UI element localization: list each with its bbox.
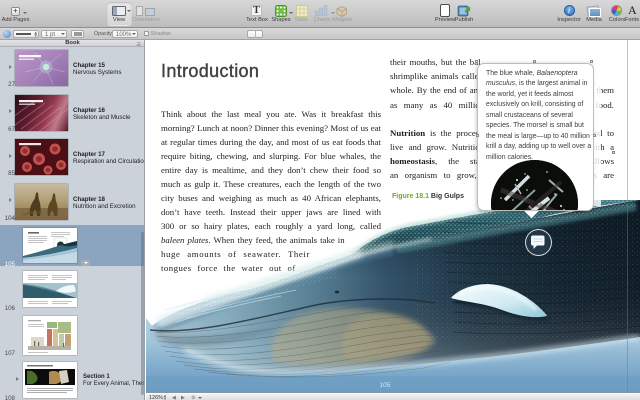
svg-text:105: 105 <box>380 382 391 389</box>
